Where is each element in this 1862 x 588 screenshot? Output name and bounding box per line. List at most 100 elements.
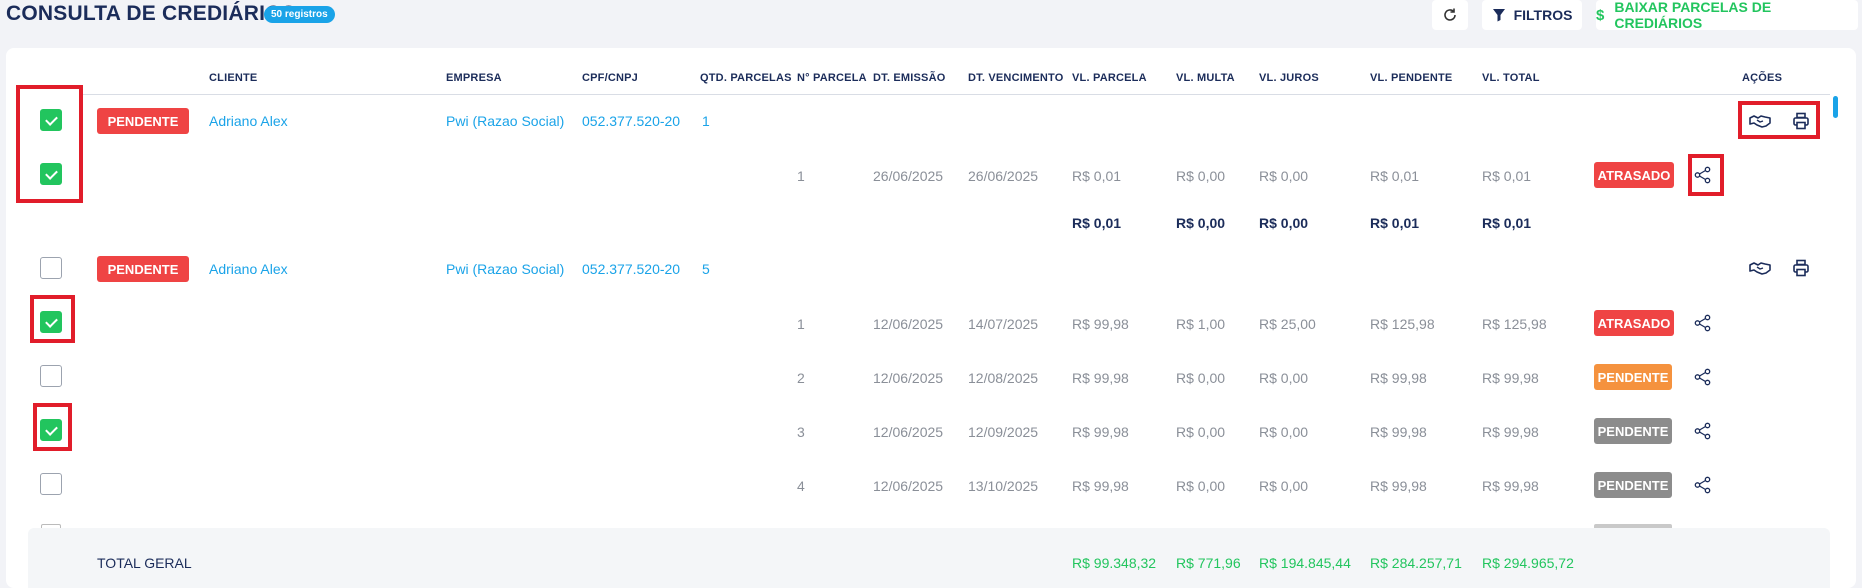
installment-checkbox[interactable] (40, 473, 62, 495)
cliente-link[interactable]: Adriano Alex (209, 113, 288, 129)
share-installment-button[interactable] (1692, 366, 1714, 388)
share-installment-button[interactable] (1692, 420, 1714, 442)
refresh-icon (1444, 8, 1456, 21)
cell-dt-vencimento: 14/07/2025 (968, 316, 1039, 332)
cell-vl-multa: R$ 0,00 (1176, 424, 1226, 440)
qtd-parcelas-link[interactable]: 5 (702, 261, 710, 277)
total-vl-juros: R$ 194.845,44 (1259, 555, 1351, 571)
share-installment-button[interactable] (1692, 474, 1714, 496)
cell-vl-parcela: R$ 99,98 (1072, 316, 1129, 332)
installment-status-badge: PENDENTE (1594, 364, 1672, 390)
cell-dt-emissao: 12/06/2025 (873, 424, 944, 440)
share-icon (1694, 368, 1711, 386)
col-header-empresa: EMPRESA (446, 72, 502, 84)
subtotal-vl-juros: R$ 0,00 (1259, 215, 1309, 231)
cell-dt-vencimento: 13/10/2025 (968, 478, 1039, 494)
cell-n-parcela: 4 (797, 478, 805, 494)
cell-vl-total: R$ 99,98 (1482, 478, 1539, 494)
cell-vl-juros: R$ 0,00 (1259, 370, 1309, 386)
highlight-box-action-icons (1738, 101, 1820, 139)
share-installment-button[interactable] (1692, 312, 1714, 334)
total-vl-parcela: R$ 99.348,32 (1072, 555, 1157, 571)
cell-n-parcela: 3 (797, 424, 805, 440)
cell-dt-emissao: 12/06/2025 (873, 316, 944, 332)
cell-n-parcela: 2 (797, 370, 805, 386)
subtotal-vl-multa: R$ 0,00 (1176, 215, 1226, 231)
installment-status-badge: PENDENTE (1594, 472, 1672, 498)
col-header-cliente: CLIENTE (209, 72, 258, 84)
group-status-badge: PENDENTE (97, 108, 189, 134)
cell-dt-emissao: 12/06/2025 (873, 370, 944, 386)
installment-status-badge: ATRASADO (1594, 310, 1674, 336)
qtd-parcelas-link[interactable]: 1 (702, 113, 710, 129)
highlight-box-group1-checkboxes (16, 85, 83, 203)
highlight-box-installment3-checkbox (33, 403, 72, 451)
cell-dt-vencimento: 12/09/2025 (968, 424, 1039, 440)
subtotal-vl-parcela: R$ 0,01 (1072, 215, 1122, 231)
filter-button-label: FILTROS (1513, 7, 1573, 23)
dollar-icon: $ (1596, 6, 1605, 24)
baixar-parcelas-button[interactable]: $ BAIXAR PARCELAS DE CREDIÁRIOS (1596, 0, 1858, 31)
col-header-dt-vencimento: DT. VENCIMENTO (968, 72, 1064, 84)
cell-vl-parcela: R$ 0,01 (1072, 168, 1122, 184)
cell-vl-pendente: R$ 99,98 (1370, 370, 1427, 386)
filter-icon (1492, 9, 1505, 22)
cell-vl-parcela: R$ 99,98 (1072, 478, 1129, 494)
total-vl-pendente: R$ 284.257,71 (1370, 555, 1462, 571)
cpf-link[interactable]: 052.377.520-20 (582, 113, 680, 129)
col-header-vl-pendente: VL. PENDENTE (1370, 72, 1453, 84)
installment-status-badge: ATRASADO (1594, 162, 1674, 188)
col-header-qtd-parcelas: QTD. PARCELAS (700, 72, 792, 84)
filter-button[interactable]: FILTROS (1482, 0, 1582, 30)
renegociar-button[interactable] (1745, 258, 1775, 278)
col-header-acoes: AÇÕES (1742, 72, 1783, 84)
cell-vl-total: R$ 99,98 (1482, 370, 1539, 386)
group-checkbox[interactable] (40, 257, 62, 279)
cell-vl-juros: R$ 0,00 (1259, 424, 1309, 440)
page-title: CONSULTA DE CREDIÁRIOS (6, 2, 296, 25)
cell-vl-parcela: R$ 99,98 (1072, 370, 1129, 386)
cell-vl-total: R$ 0,01 (1482, 168, 1532, 184)
cell-vl-multa: R$ 0,00 (1176, 168, 1226, 184)
col-header-dt-emissao: DT. EMISSÃO (873, 72, 946, 84)
empresa-link[interactable]: Pwi (Razao Social) (446, 261, 564, 277)
cell-n-parcela: 1 (797, 168, 805, 184)
share-icon (1694, 422, 1711, 440)
cpf-link[interactable]: 052.377.520-20 (582, 261, 680, 277)
total-vl-total: R$ 294.965,72 (1482, 555, 1574, 571)
col-header-cpf: CPF/CNPJ (582, 72, 638, 84)
baixar-parcelas-label: BAIXAR PARCELAS DE CREDIÁRIOS (1614, 0, 1772, 31)
installment-checkbox[interactable] (40, 365, 62, 387)
share-icon (1694, 476, 1711, 494)
col-header-vl-multa: VL. MULTA (1176, 72, 1235, 84)
total-geral-label: TOTAL GERAL (97, 555, 192, 571)
cell-vl-parcela: R$ 99,98 (1072, 424, 1129, 440)
col-header-n-parcela: N° PARCELA (797, 72, 867, 84)
printer-icon (1793, 259, 1809, 277)
col-header-vl-juros: VL. JUROS (1259, 72, 1319, 84)
subtotal-vl-total: R$ 0,01 (1482, 215, 1532, 231)
records-count-badge: 50 registros (264, 6, 335, 23)
cell-dt-emissao: 26/06/2025 (873, 168, 944, 184)
cliente-link[interactable]: Adriano Alex (209, 261, 288, 277)
highlight-box-installment1-checkbox (30, 295, 75, 343)
cell-vl-juros: R$ 25,00 (1259, 316, 1316, 332)
subtotal-vl-pendente: R$ 0,01 (1370, 215, 1420, 231)
cell-vl-pendente: R$ 125,98 (1370, 316, 1435, 332)
cell-vl-total: R$ 125,98 (1482, 316, 1547, 332)
col-header-vl-total: VL. TOTAL (1482, 72, 1540, 84)
table-scrollbar[interactable] (1833, 96, 1838, 118)
refresh-button[interactable] (1432, 0, 1468, 30)
empresa-link[interactable]: Pwi (Razao Social) (446, 113, 564, 129)
cell-vl-multa: R$ 1,00 (1176, 316, 1226, 332)
col-header-vl-parcela: VL. PARCELA (1072, 72, 1147, 84)
print-button[interactable] (1790, 258, 1812, 278)
total-vl-multa: R$ 771,96 (1176, 555, 1241, 571)
cell-n-parcela: 1 (797, 316, 805, 332)
cell-vl-multa: R$ 0,00 (1176, 370, 1226, 386)
cell-vl-juros: R$ 0,00 (1259, 478, 1309, 494)
cell-vl-total: R$ 99,98 (1482, 424, 1539, 440)
handshake-icon (1749, 262, 1771, 275)
group-status-badge: PENDENTE (97, 256, 189, 282)
header-divider (80, 94, 1830, 95)
